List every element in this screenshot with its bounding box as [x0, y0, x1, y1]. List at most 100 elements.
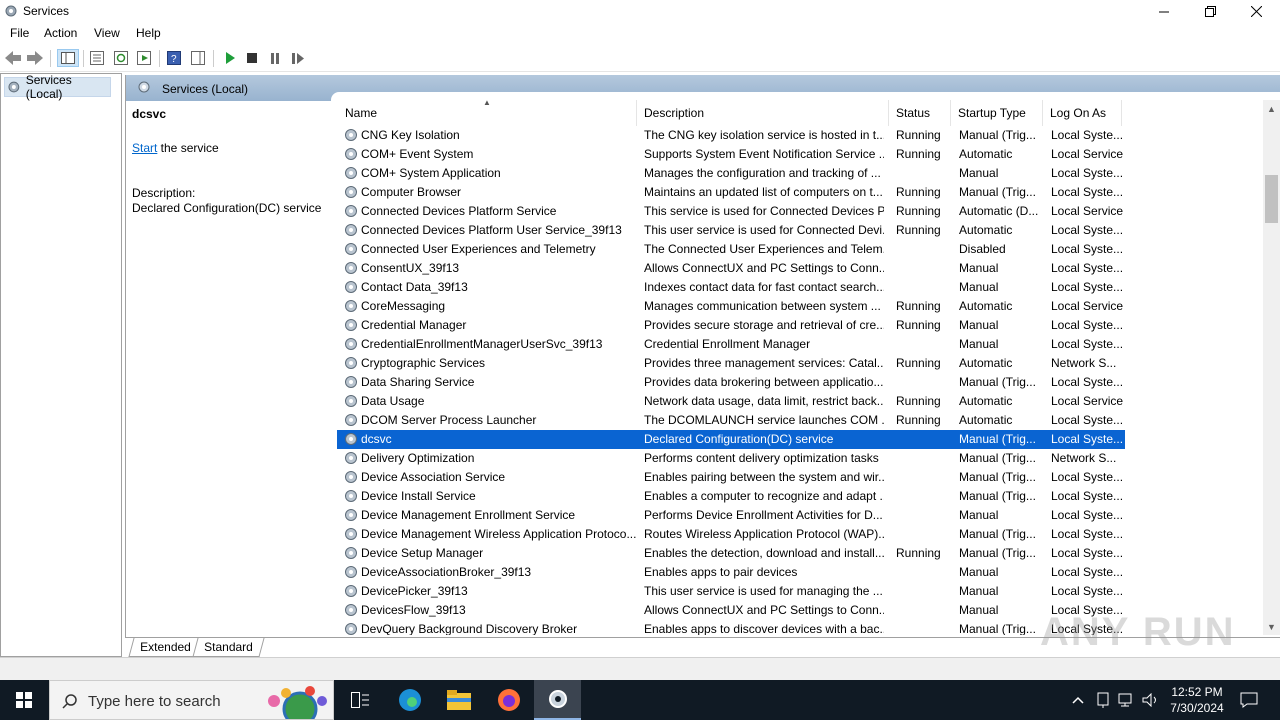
- service-logon-cell: Local Syste...: [1051, 508, 1123, 522]
- properties-button[interactable]: [88, 49, 106, 67]
- service-row[interactable]: DevicePicker_39f13 This user service is u…: [337, 582, 1263, 601]
- edge-taskbar-button[interactable]: [388, 680, 432, 720]
- tree-item-services-local[interactable]: Services (Local): [4, 73, 111, 101]
- service-status-cell: Running: [896, 128, 941, 142]
- menu-action[interactable]: Action: [44, 26, 77, 40]
- service-row[interactable]: Device Management Enrollment Service Perf…: [337, 506, 1263, 525]
- refresh-button[interactable]: [112, 49, 130, 67]
- service-name-cell: DeviceAssociationBroker_39f13: [361, 565, 532, 579]
- tray-network-button[interactable]: [1116, 680, 1138, 720]
- close-button[interactable]: [1233, 0, 1279, 23]
- service-row[interactable]: Delivery Optimization Performs content de…: [337, 449, 1263, 468]
- minimize-button[interactable]: [1141, 0, 1187, 23]
- tray-clock[interactable]: 12:52 PM 7/30/2024: [1168, 684, 1226, 716]
- menu-file[interactable]: File: [10, 26, 29, 40]
- back-button[interactable]: [4, 49, 22, 67]
- service-name-cell: dcsvc: [361, 432, 392, 446]
- service-gear-icon: [345, 604, 357, 616]
- service-row[interactable]: DeviceAssociationBroker_39f13 Enables app…: [337, 563, 1263, 582]
- start-service-link[interactable]: Start: [132, 141, 157, 155]
- service-description-cell: Indexes contact data for fast contact se…: [644, 280, 884, 294]
- tray-device-button[interactable]: [1093, 680, 1113, 720]
- service-row[interactable]: Computer Browser Maintains an updated lis…: [337, 183, 1263, 202]
- scroll-down-icon[interactable]: ▼: [1267, 622, 1276, 632]
- help-button[interactable]: ?: [165, 49, 183, 67]
- service-row[interactable]: Data Usage Network data usage, data limit…: [337, 392, 1263, 411]
- service-row[interactable]: Connected Devices Platform Service This s…: [337, 202, 1263, 221]
- vertical-scrollbar[interactable]: ▲ ▼: [1263, 100, 1280, 635]
- services-gear-icon: [138, 81, 150, 93]
- service-gear-icon: [345, 528, 357, 540]
- task-view-button[interactable]: [338, 680, 382, 720]
- service-row[interactable]: Connected User Experiences and Telemetry…: [337, 240, 1263, 259]
- tray-volume-button[interactable]: [1140, 680, 1162, 720]
- notifications-button[interactable]: [1234, 680, 1264, 720]
- column-header-description[interactable]: Description: [636, 100, 889, 126]
- service-row[interactable]: Data Sharing Service Provides data broker…: [337, 373, 1263, 392]
- service-row[interactable]: Device Install Service Enables a computer…: [337, 487, 1263, 506]
- service-name-cell: CoreMessaging: [361, 299, 446, 313]
- file-explorer-taskbar-button[interactable]: [437, 680, 481, 720]
- service-startup-cell: Automatic: [959, 394, 1013, 408]
- service-logon-cell: Local Syste...: [1051, 128, 1123, 142]
- service-row[interactable]: CoreMessaging Manages communication betwe…: [337, 297, 1263, 316]
- start-service-button[interactable]: [221, 49, 239, 67]
- service-row[interactable]: DCOM Server Process Launcher The DCOMLAUN…: [337, 411, 1263, 430]
- service-row[interactable]: COM+ Event System Supports System Event N…: [337, 145, 1263, 164]
- show-hide-console-tree-button[interactable]: [57, 49, 79, 67]
- chevron-up-icon: [1072, 696, 1084, 704]
- services-taskbar-button[interactable]: [534, 680, 581, 720]
- tab-extended[interactable]: Extended: [128, 638, 203, 657]
- service-row[interactable]: CNG Key Isolation The CNG key isolation s…: [337, 126, 1263, 145]
- restart-service-button[interactable]: [289, 49, 307, 67]
- service-row[interactable]: dcsvc Declared Configuration(DC) service M…: [337, 430, 1125, 449]
- service-status-cell: Running: [896, 204, 941, 218]
- service-row[interactable]: Device Management Wireless Application P…: [337, 525, 1263, 544]
- firefox-taskbar-button[interactable]: [487, 680, 531, 720]
- service-row[interactable]: Cryptographic Services Provides three man…: [337, 354, 1263, 373]
- service-row[interactable]: Credential Manager Provides secure storag…: [337, 316, 1263, 335]
- show-action-pane-button[interactable]: [189, 49, 207, 67]
- toolbar-separator: [213, 50, 214, 67]
- stop-service-button[interactable]: [243, 49, 261, 67]
- export-list-button[interactable]: [135, 49, 153, 67]
- pause-service-button[interactable]: [266, 49, 284, 67]
- service-row[interactable]: Contact Data_39f13 Indexes contact data f…: [337, 278, 1263, 297]
- scrollbar-thumb[interactable]: [1265, 175, 1278, 223]
- status-bar: [0, 657, 1280, 680]
- action-pane-icon: [191, 51, 205, 65]
- column-header-startup-type[interactable]: Startup Type: [950, 100, 1043, 126]
- scroll-up-icon[interactable]: ▲: [1267, 104, 1276, 114]
- service-row[interactable]: ConsentUX_39f13 Allows ConnectUX and PC S…: [337, 259, 1263, 278]
- service-description-cell: Enables apps to pair devices: [644, 565, 798, 579]
- menu-help[interactable]: Help: [136, 26, 161, 40]
- tab-standard[interactable]: Standard: [192, 638, 265, 657]
- column-header-status[interactable]: Status: [888, 100, 951, 126]
- forward-button[interactable]: [26, 49, 44, 67]
- service-startup-cell: Manual: [959, 584, 999, 598]
- service-description-cell: Enables apps to discover devices with a …: [644, 622, 884, 635]
- service-gear-icon: [345, 452, 357, 464]
- toolbar-separator: [159, 50, 160, 67]
- toolbar-separator: [83, 50, 84, 67]
- service-row[interactable]: Device Association Service Enables pairin…: [337, 468, 1263, 487]
- service-row[interactable]: Device Setup Manager Enables the detectio…: [337, 544, 1263, 563]
- service-logon-cell: Local Syste...: [1051, 223, 1123, 237]
- service-gear-icon: [345, 357, 357, 369]
- service-gear-icon: [345, 262, 357, 274]
- services-rows: CNG Key Isolation The CNG key isolation s…: [337, 126, 1263, 635]
- menu-view[interactable]: View: [94, 26, 120, 40]
- services-gear-icon: [8, 81, 20, 93]
- taskbar-search-box[interactable]: Type here to search: [49, 680, 334, 720]
- service-logon-cell: Local Service: [1051, 204, 1123, 218]
- service-row[interactable]: Connected Devices Platform User Service_…: [337, 221, 1263, 240]
- service-row[interactable]: CredentialEnrollmentManagerUserSvc_39f13…: [337, 335, 1263, 354]
- service-row[interactable]: COM+ System Application Manages the confi…: [337, 164, 1263, 183]
- service-status-cell: Running: [896, 299, 941, 313]
- restore-button[interactable]: [1187, 0, 1233, 23]
- show-hidden-icons-button[interactable]: [1068, 680, 1088, 720]
- service-startup-cell: Manual (Trig...: [959, 470, 1036, 484]
- clock-date: 7/30/2024: [1170, 701, 1224, 715]
- start-button[interactable]: [0, 680, 48, 720]
- column-header-log-on-as[interactable]: Log On As: [1042, 100, 1122, 126]
